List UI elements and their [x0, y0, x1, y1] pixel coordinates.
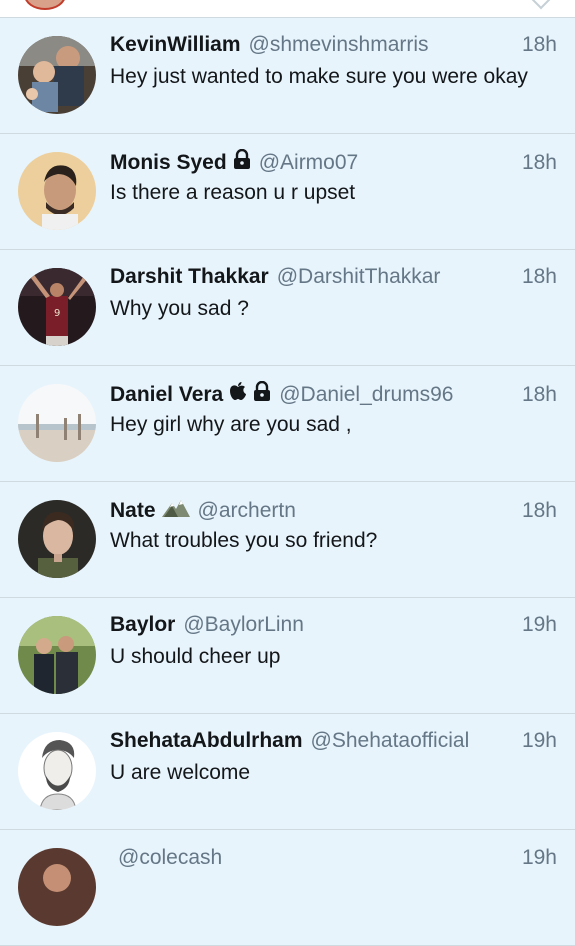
message-row[interactable]: @colecash 19h	[0, 830, 575, 946]
timestamp: 18h	[521, 33, 557, 56]
timestamp: 18h	[521, 383, 557, 406]
timestamp: 18h	[521, 151, 557, 174]
sender-handle: @DarshitThakkar	[276, 265, 441, 288]
sender-handle: @Daniel_drums96	[279, 383, 454, 406]
avatar[interactable]	[18, 500, 96, 578]
avatar[interactable]	[18, 36, 96, 114]
sender-name: Nate	[110, 499, 156, 522]
profile-avatar[interactable]	[24, 0, 66, 10]
message-row[interactable]: Nate @archertn 18h What troubles you so …	[0, 482, 575, 598]
timestamp: 19h	[521, 729, 557, 752]
sender-name: KevinWilliam	[110, 33, 241, 56]
sender-handle: @BaylorLinn	[183, 613, 304, 636]
chevron-down-icon[interactable]	[529, 0, 553, 10]
message-preview: What troubles you so friend?	[110, 529, 378, 552]
avatar[interactable]	[18, 384, 96, 462]
message-list: KevinWilliam @shmevinshmarris 18h Hey ju…	[0, 18, 575, 946]
sender-handle: @archertn	[197, 499, 296, 522]
message-preview: U should cheer up	[110, 645, 281, 668]
sender-name: Monis Syed	[110, 151, 227, 174]
timestamp: 19h	[521, 613, 557, 636]
sender-handle: @shmevinshmarris	[248, 33, 429, 56]
sender-handle: @colecash	[118, 846, 223, 869]
message-row[interactable]: 9 Darshit Thakkar @DarshitThakkar 18h Wh…	[0, 250, 575, 366]
avatar[interactable]	[18, 848, 96, 926]
sender-name: Daniel Vera	[110, 383, 224, 406]
avatar[interactable]	[18, 616, 96, 694]
timestamp: 18h	[521, 265, 557, 288]
message-row[interactable]: Daniel Vera @Daniel_drums96 18h Hey girl…	[0, 366, 575, 482]
avatar[interactable]: 9	[18, 268, 96, 346]
avatar[interactable]	[18, 732, 96, 810]
mountain-icon	[161, 497, 190, 522]
avatar[interactable]	[18, 152, 96, 230]
message-preview: Hey girl why are you sad ,	[110, 413, 352, 436]
sender-name: Darshit Thakkar	[110, 265, 269, 288]
message-row[interactable]: ShehataAbdulrham @Shehataofficial 19h U …	[0, 714, 575, 830]
message-preview: Is there a reason u r upset	[110, 181, 356, 204]
message-preview: U are welcome	[110, 761, 251, 784]
sender-name: ShehataAbdulrham	[110, 729, 303, 752]
sender-handle: @Shehataofficial	[310, 729, 470, 752]
sender-name: Baylor	[110, 613, 176, 636]
message-preview: Hey just wanted to make sure you were ok…	[110, 65, 528, 88]
message-row[interactable]: Baylor @BaylorLinn 19h U should cheer up	[0, 598, 575, 714]
message-row[interactable]: KevinWilliam @shmevinshmarris 18h Hey ju…	[0, 18, 575, 134]
timestamp: 19h	[521, 846, 557, 869]
apple-icon	[229, 381, 247, 406]
top-bar	[0, 0, 575, 18]
lock-icon	[233, 148, 251, 174]
message-row[interactable]: Monis Syed @Airmo07 18h Is there a reaso…	[0, 134, 575, 250]
timestamp: 18h	[521, 499, 557, 522]
sender-handle: @Airmo07	[258, 151, 359, 174]
lock-icon	[253, 380, 271, 406]
message-preview: Why you sad ?	[110, 297, 249, 320]
svg-text:9: 9	[54, 308, 60, 319]
